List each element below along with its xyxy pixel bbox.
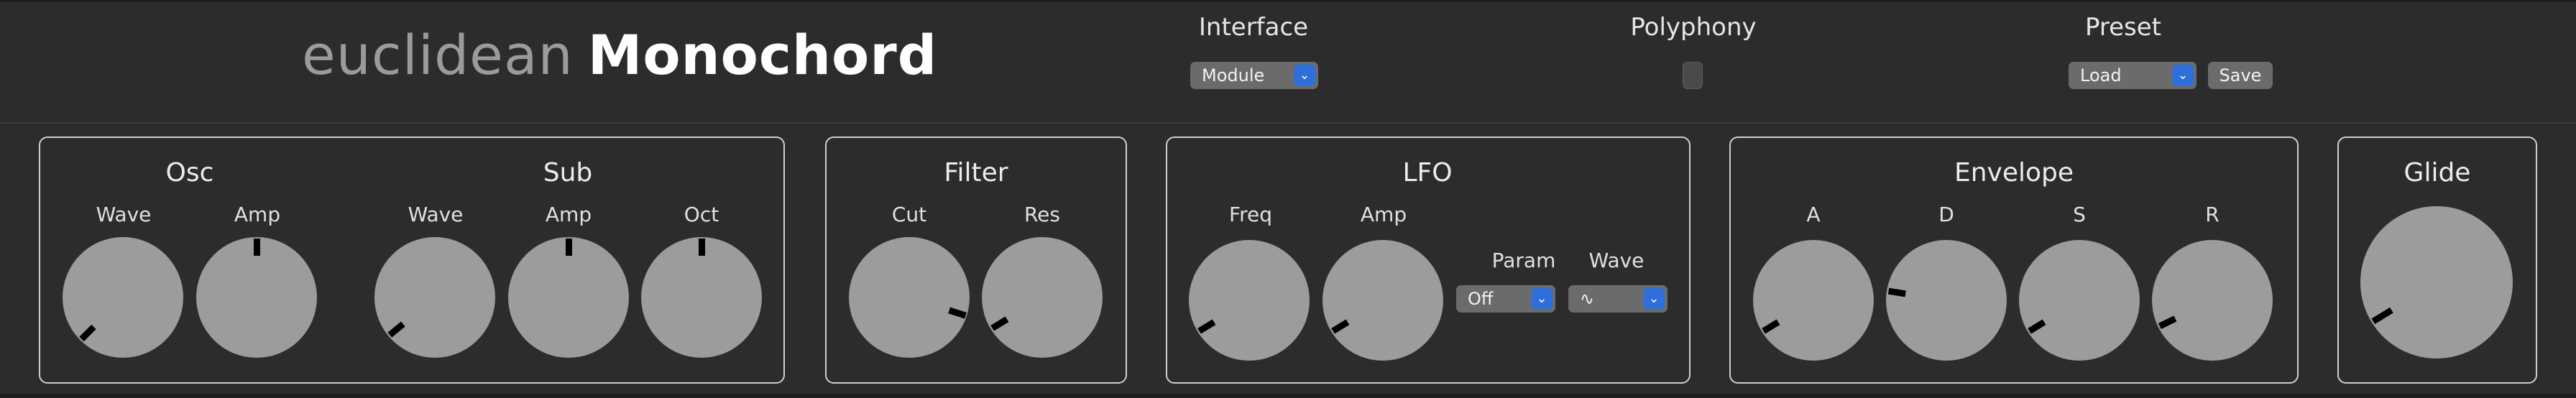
interface-select-value: Module xyxy=(1202,65,1265,85)
knob-pointer xyxy=(1197,319,1215,334)
filter-title: Filter xyxy=(944,158,1008,188)
knob-pointer xyxy=(78,324,96,342)
brand-monochord: Monochord xyxy=(587,23,938,87)
bottom-edge xyxy=(0,394,2576,398)
chevron-down-icon: ⌄ xyxy=(1531,288,1552,310)
knob-pointer xyxy=(2027,319,2046,334)
env-d-label: D xyxy=(1938,203,1954,226)
osc-amp-label: Amp xyxy=(234,203,281,226)
env-attack-knob[interactable] xyxy=(1753,240,1874,361)
lfo-param-value: Off xyxy=(1468,289,1494,309)
lfo-wave-value: ∿ xyxy=(1580,289,1595,309)
sub-wave-knob[interactable] xyxy=(374,237,495,358)
interface-label: Interface xyxy=(1198,13,1309,42)
knob-pointer xyxy=(387,321,405,338)
sub-title: Sub xyxy=(543,158,593,188)
lfo-freq-knob[interactable] xyxy=(1189,240,1310,361)
glide-knob[interactable] xyxy=(2360,206,2513,358)
lfo-amp-knob[interactable] xyxy=(1322,240,1443,361)
chevron-down-icon: ⌄ xyxy=(1643,288,1665,310)
sub-amp-label: Amp xyxy=(545,203,592,226)
filter-cut-knob[interactable] xyxy=(849,237,970,358)
env-r-label: R xyxy=(2205,203,2220,226)
knob-pointer xyxy=(698,239,705,256)
knob-pointer xyxy=(1761,319,1780,334)
polyphony-checkbox[interactable] xyxy=(1683,62,1703,89)
sub-oct-knob[interactable] xyxy=(641,237,762,358)
sub-oct-label: Oct xyxy=(684,203,719,226)
preset-select-value: Load xyxy=(2080,65,2122,85)
knob-pointer xyxy=(253,239,260,256)
chevron-down-icon: ⌄ xyxy=(1294,65,1315,86)
knob-pointer xyxy=(1330,319,1349,334)
osc-wave-knob[interactable] xyxy=(63,237,183,358)
brand-euclidean: euclidean xyxy=(302,23,574,87)
lfo-wave-select[interactable]: ∿ ⌄ xyxy=(1568,285,1668,313)
env-s-label: S xyxy=(2073,203,2086,226)
knob-pointer xyxy=(2158,315,2176,330)
env-a-label: A xyxy=(1806,203,1821,226)
top-edge xyxy=(0,0,2576,2)
preset-select[interactable]: Load ⌄ xyxy=(2069,62,2196,89)
envelope-title: Envelope xyxy=(1954,158,2074,188)
filter-res-label: Res xyxy=(1024,203,1060,226)
polyphony-label: Polyphony xyxy=(1630,13,1757,42)
knob-pointer xyxy=(947,307,967,319)
monochord-plugin-window: euclidean Monochord Interface Module ⌄ P… xyxy=(0,0,2576,398)
lfo-param-label: Param xyxy=(1491,249,1556,272)
sub-amp-knob[interactable] xyxy=(508,237,629,358)
header-divider xyxy=(0,122,2576,124)
filter-cut-label: Cut xyxy=(891,203,927,226)
sub-wave-label: Wave xyxy=(408,203,464,226)
filter-res-knob[interactable] xyxy=(982,237,1103,358)
lfo-param-select[interactable]: Off ⌄ xyxy=(1456,285,1555,313)
knob-pointer xyxy=(2370,307,2393,325)
env-release-knob[interactable] xyxy=(2152,240,2273,361)
glide-title: Glide xyxy=(2404,158,2471,188)
lfo-freq-label: Freq xyxy=(1229,203,1272,226)
chevron-down-icon: ⌄ xyxy=(2172,65,2194,86)
osc-wave-label: Wave xyxy=(96,203,152,226)
env-sustain-knob[interactable] xyxy=(2019,240,2140,361)
knob-pointer xyxy=(565,239,572,256)
lfo-title: LFO xyxy=(1402,158,1453,188)
lfo-amp-label: Amp xyxy=(1360,203,1407,226)
env-decay-knob[interactable] xyxy=(1886,240,2007,361)
osc-amp-knob[interactable] xyxy=(196,237,317,358)
brand-logo: euclidean Monochord xyxy=(302,23,937,88)
interface-select[interactable]: Module ⌄ xyxy=(1190,62,1318,89)
lfo-wave-label: Wave xyxy=(1588,249,1644,272)
knob-pointer xyxy=(1887,287,1906,297)
knob-pointer xyxy=(990,316,1008,331)
osc-title: Osc xyxy=(165,158,214,188)
save-button[interactable]: Save xyxy=(2208,62,2273,89)
preset-label: Preset xyxy=(2084,13,2162,42)
